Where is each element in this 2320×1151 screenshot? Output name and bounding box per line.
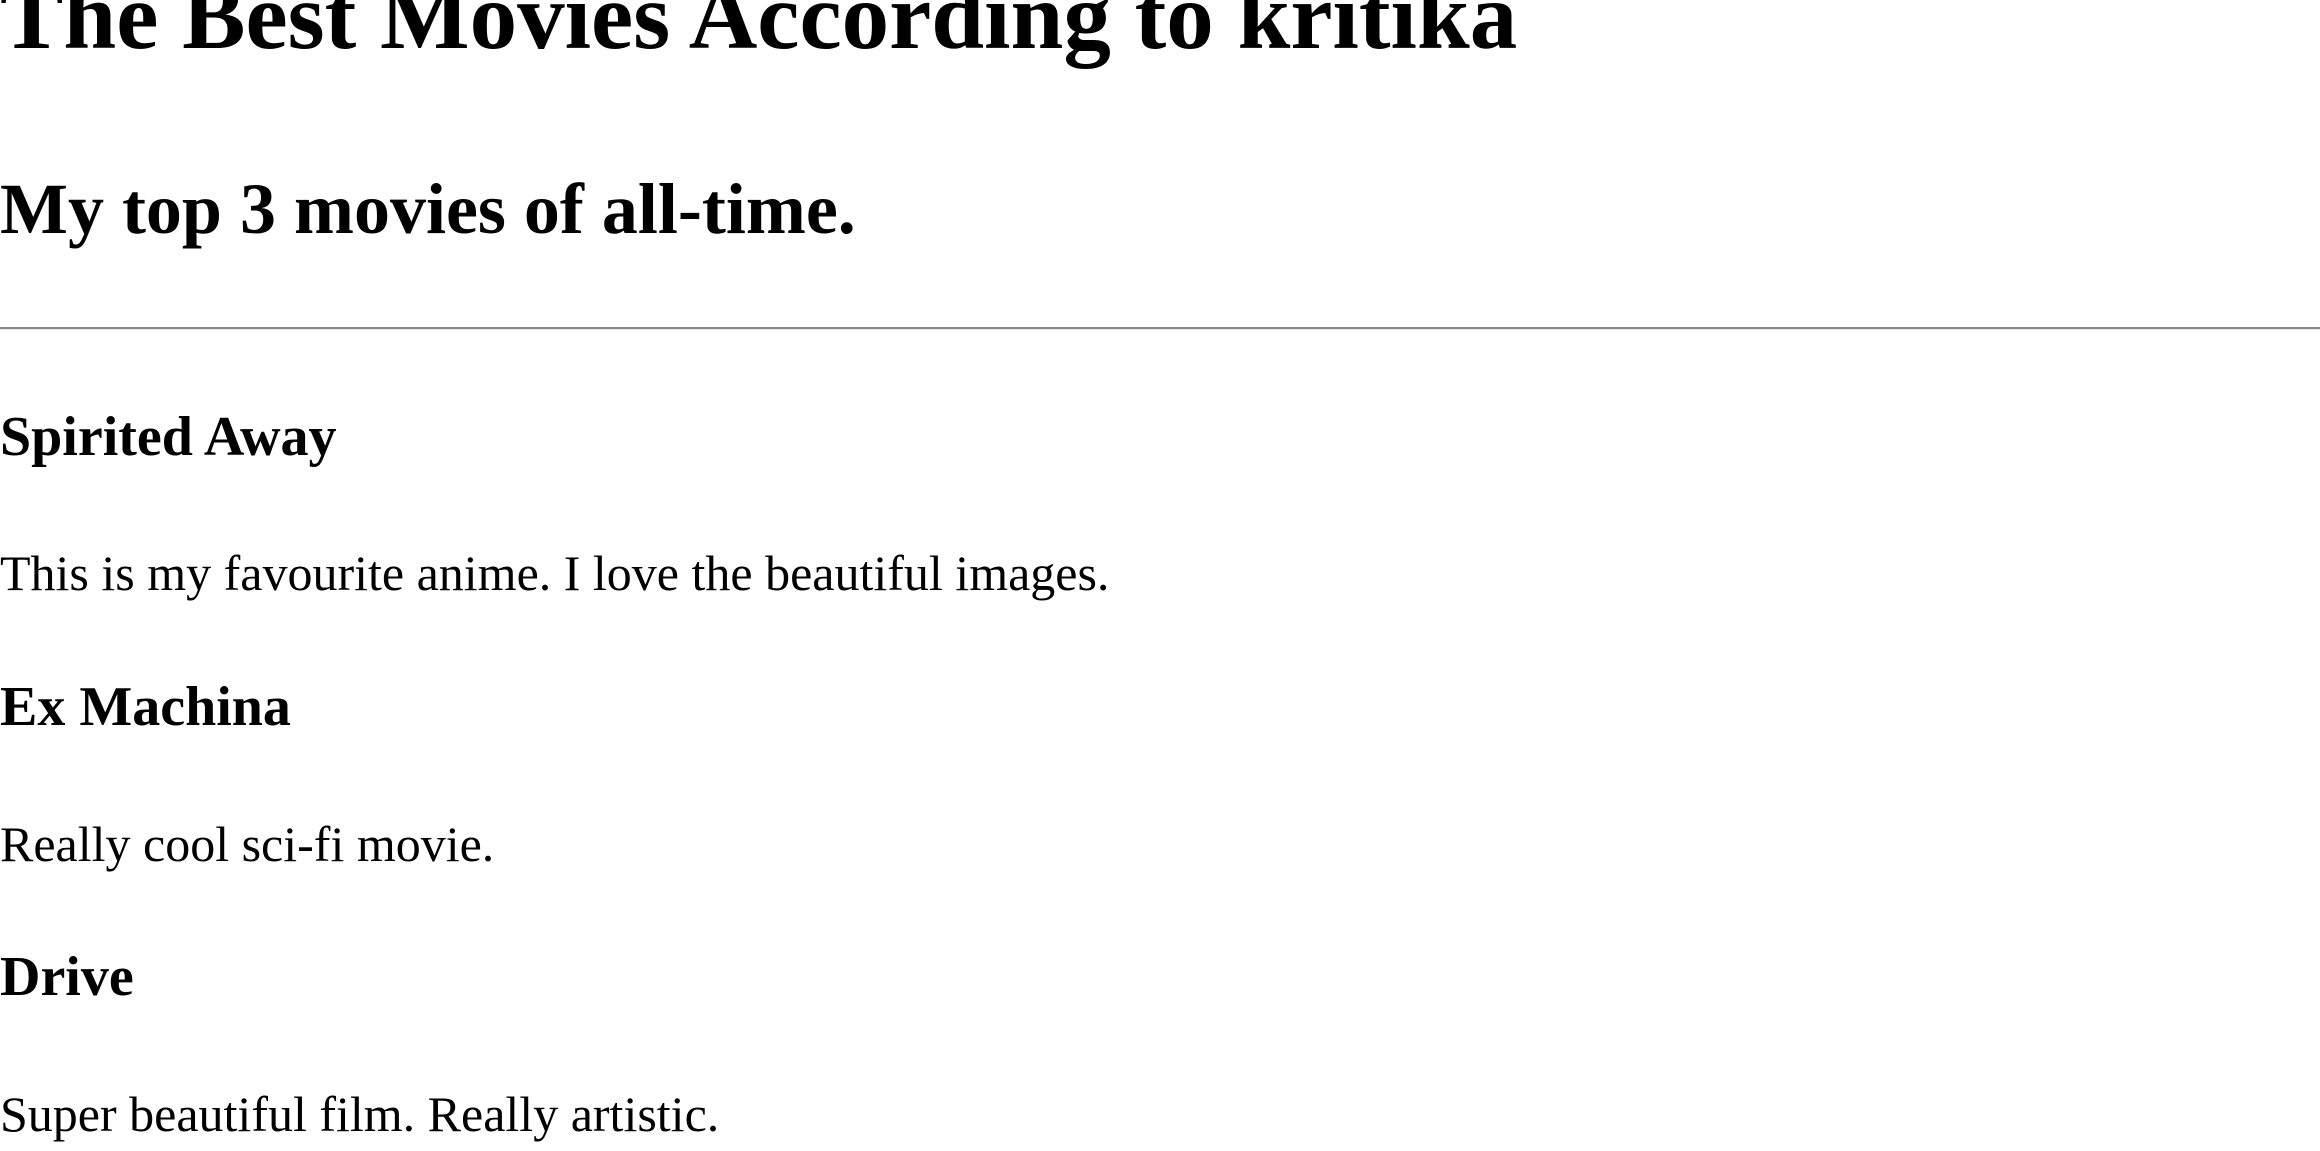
- page-title: The Best Movies According to kritika: [0, 0, 1518, 69]
- movie-title-drive: Drive: [0, 946, 134, 1008]
- movie-description-spirited-away: This is my favourite anime. I love the b…: [0, 545, 1110, 601]
- page: The Best Movies According to kritika My …: [0, 0, 2320, 1151]
- movie-description-drive: Super beautiful film. Really artistic.: [0, 1086, 720, 1142]
- movie-title-ex-machina: Ex Machina: [0, 676, 291, 738]
- page-subtitle: My top 3 movies of all-time.: [0, 169, 856, 249]
- movie-description-ex-machina: Really cool sci-fi movie.: [0, 816, 495, 872]
- movie-title-spirited-away: Spirited Away: [0, 406, 337, 468]
- horizontal-divider: [0, 327, 2320, 330]
